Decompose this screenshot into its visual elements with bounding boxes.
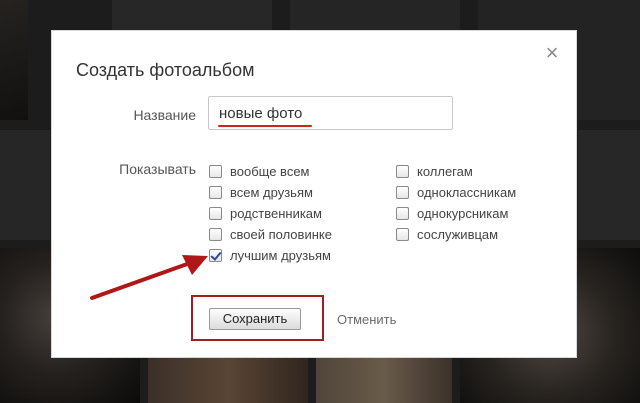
checkbox[interactable] [396,165,409,178]
checkbox[interactable] [396,207,409,220]
save-button[interactable]: Сохранить [209,308,301,330]
checkbox-option[interactable]: лучшим друзьям [209,245,332,266]
visibility-label: Показывать [119,161,196,177]
checkbox-label: коллегам [417,164,473,179]
checkbox-label: одноклассникам [417,185,517,200]
checkbox-option[interactable]: коллегам [396,161,516,182]
cancel-link[interactable]: Отменить [337,312,396,327]
checkbox-label: лучшим друзьям [230,248,331,263]
highlight-underline [218,125,312,127]
checkbox[interactable] [396,228,409,241]
checkbox[interactable] [209,165,222,178]
checkbox-label: вообще всем [230,164,310,179]
checkbox-option[interactable]: родственникам [209,203,332,224]
checkbox[interactable] [209,207,222,220]
checkbox-option[interactable]: своей половинке [209,224,332,245]
checkbox-option[interactable]: вообще всем [209,161,332,182]
checkbox-checked[interactable] [209,249,222,262]
visibility-options-right: коллегам одноклассникам однокурсникам со… [396,161,516,245]
checkbox[interactable] [209,186,222,199]
create-album-dialog: × Создать фотоальбом Название Показывать… [52,31,576,357]
checkbox-option[interactable]: сослуживцам [396,224,516,245]
checkbox[interactable] [209,228,222,241]
dialog-title: Создать фотоальбом [76,60,255,80]
checkbox-option[interactable]: одноклассникам [396,182,516,203]
checkbox-option[interactable]: однокурсникам [396,203,516,224]
checkbox-option[interactable]: всем друзьям [209,182,332,203]
checkbox-label: всем друзьям [230,185,313,200]
close-icon[interactable]: × [543,42,561,64]
album-name-label: Название [133,107,196,123]
checkbox-label: родственникам [230,206,322,221]
visibility-options-left: вообще всем всем друзьям родственникам с… [209,161,332,266]
checkbox-label: сослуживцам [417,227,499,242]
checkbox[interactable] [396,186,409,199]
checkbox-label: однокурсникам [417,206,509,221]
checkbox-label: своей половинке [230,227,332,242]
